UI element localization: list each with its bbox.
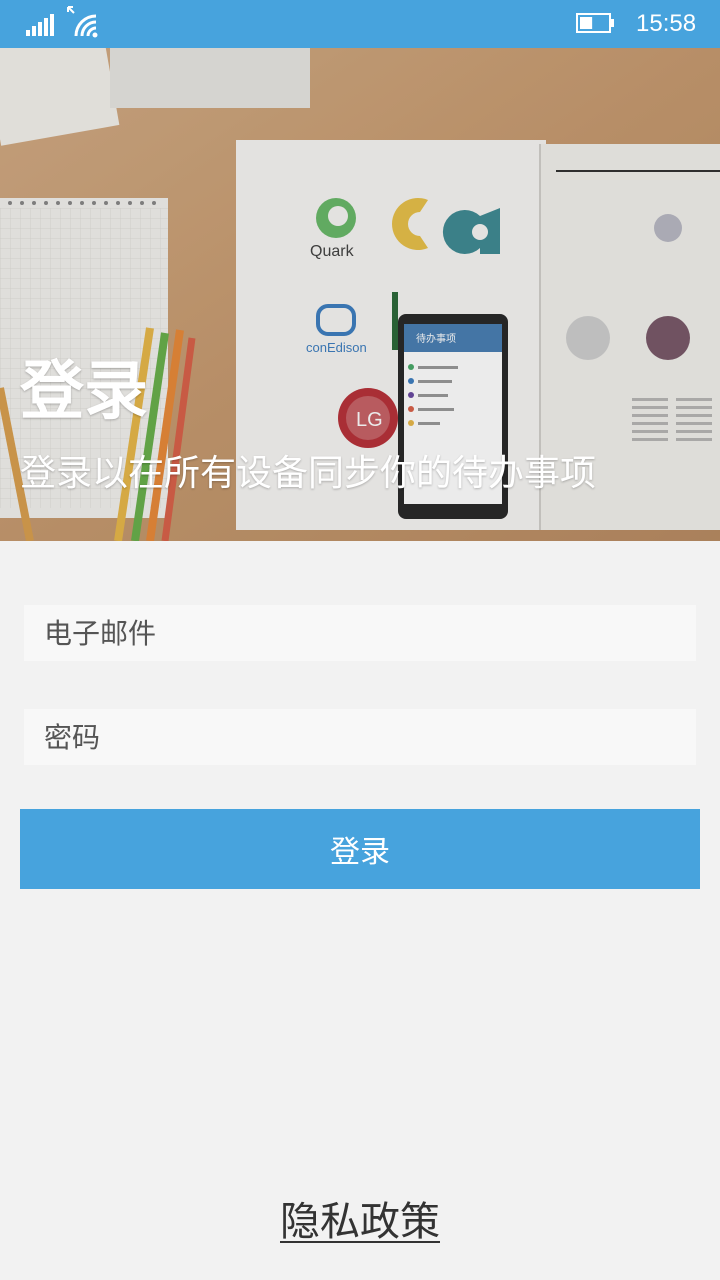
page-subtitle: 登录以在所有设备同步你的待办事项	[20, 453, 597, 494]
wifi-icon	[67, 6, 98, 38]
hero-banner: Quark conEdison LG 待办事项 登录 登录以在所有设备同步你的待…	[0, 48, 720, 541]
email-field[interactable]	[24, 605, 696, 661]
status-bar: 15:58	[0, 0, 720, 48]
page-title: 登录	[20, 355, 148, 429]
privacy-policy-link[interactable]: 隐私政策	[280, 1199, 440, 1245]
signal-bars-icon	[26, 14, 56, 36]
login-button[interactable]: 登录	[20, 809, 700, 889]
password-field[interactable]	[24, 709, 696, 765]
status-time: 15:58	[636, 10, 697, 37]
battery-icon	[576, 13, 614, 33]
privacy-policy-container: 隐私政策	[0, 1196, 720, 1248]
